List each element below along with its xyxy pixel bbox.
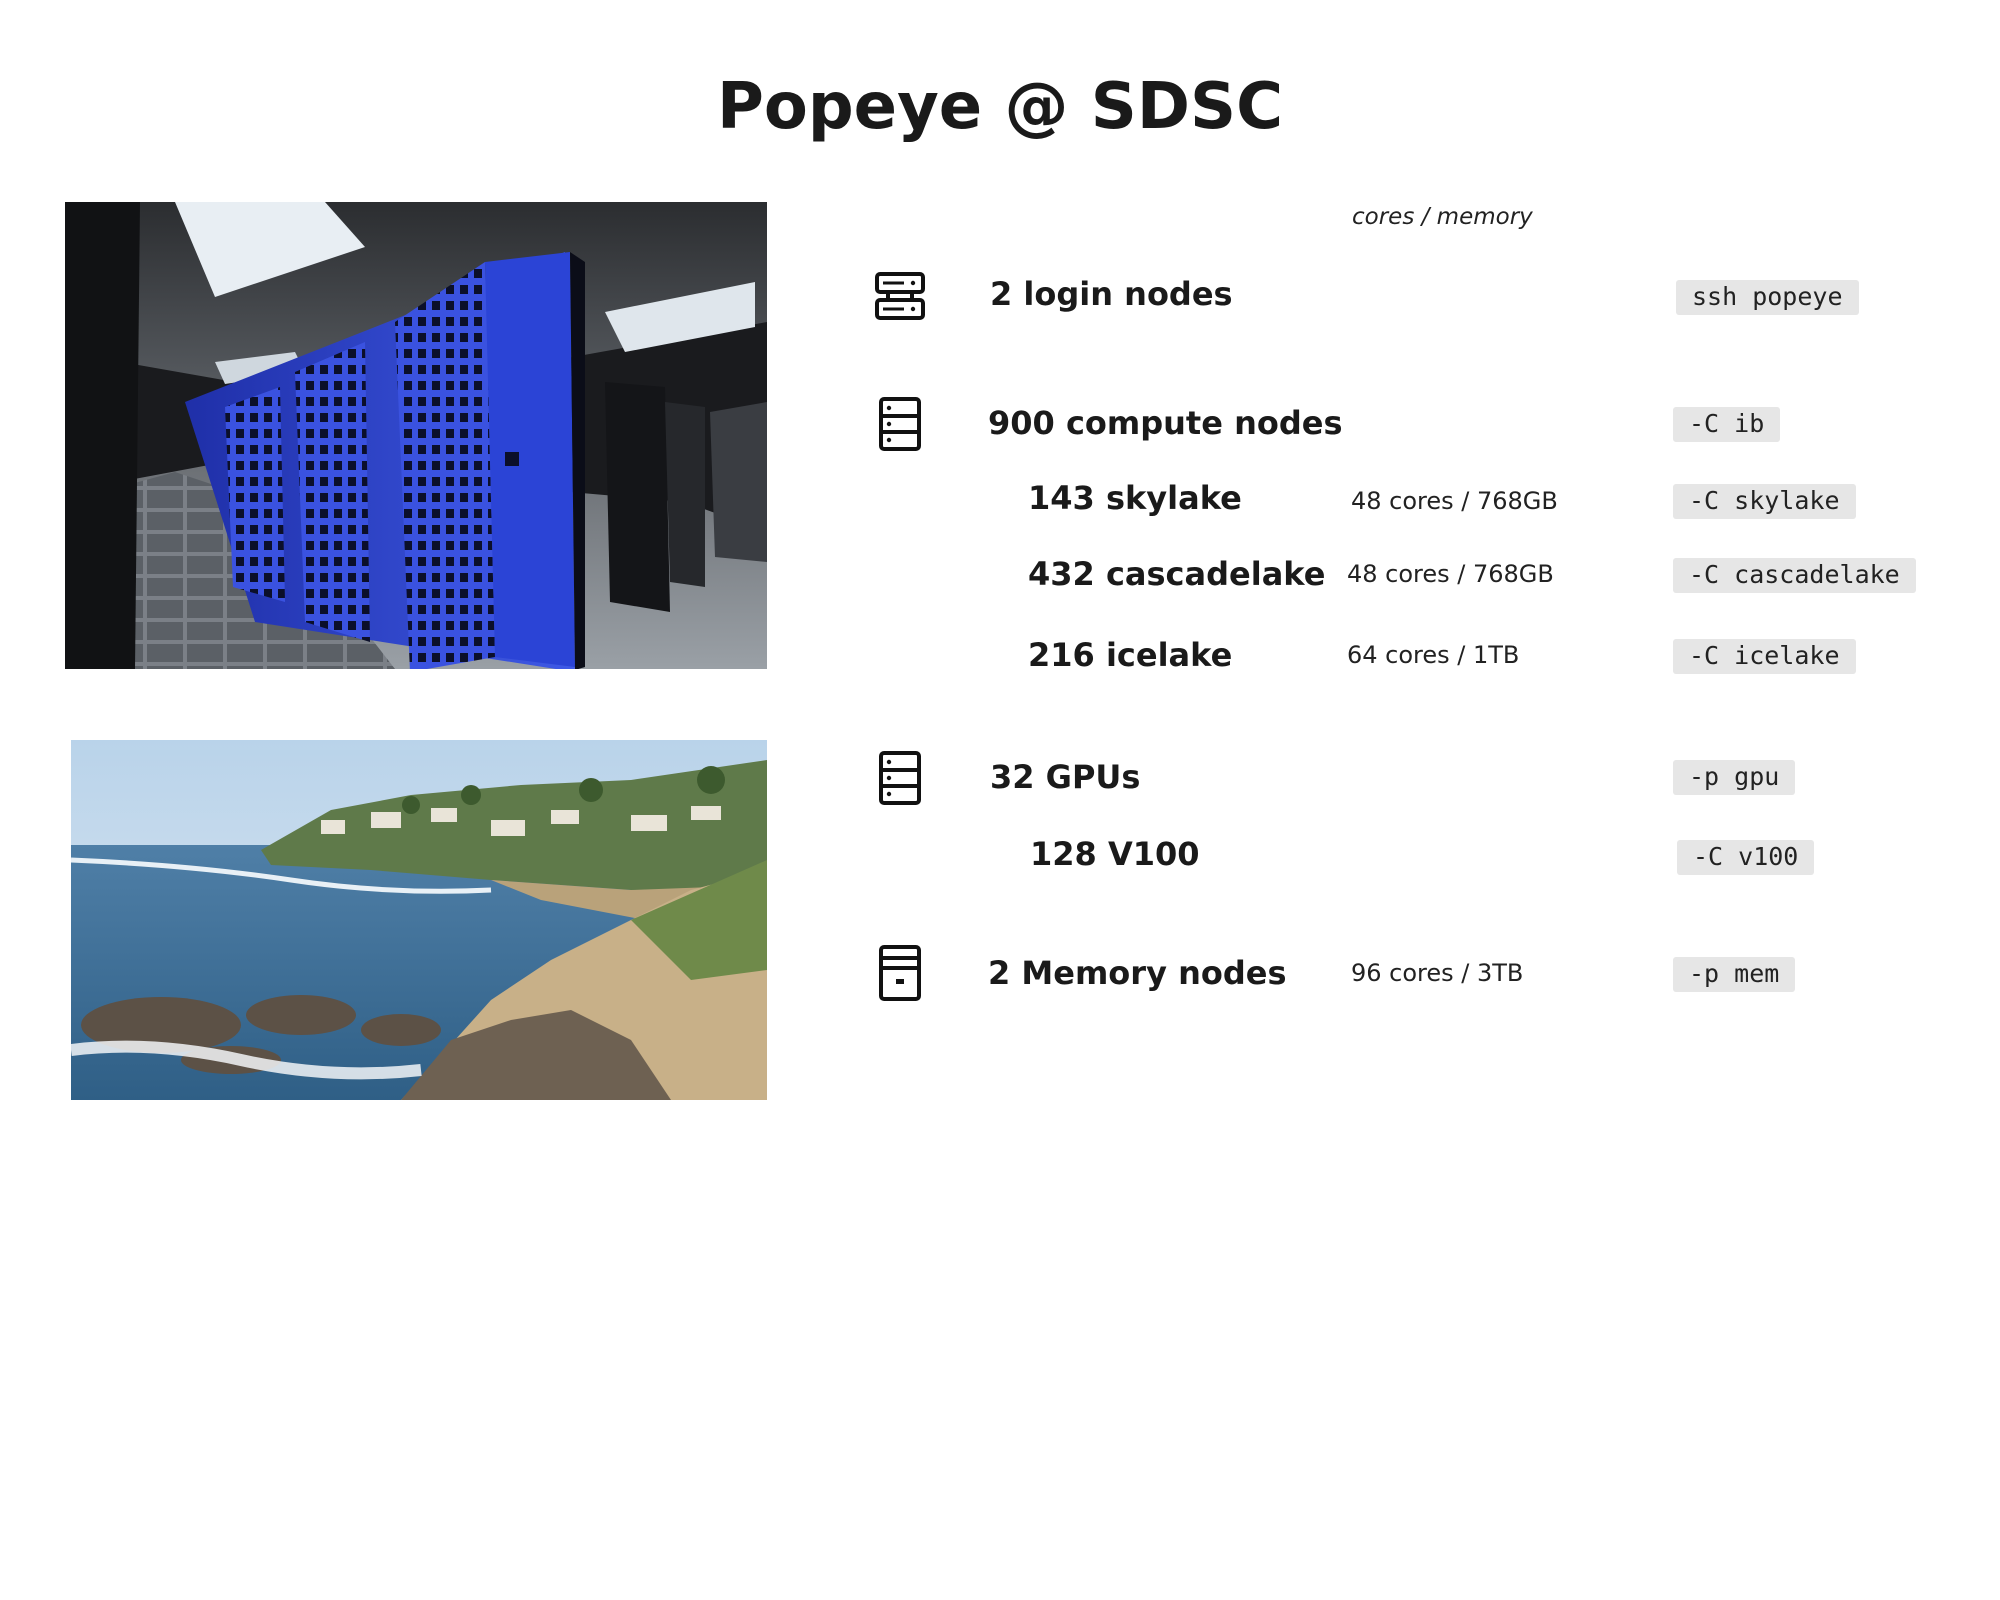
- command-gpu[interactable]: -p gpu: [1673, 760, 1796, 795]
- column-header-cores-memory: cores / memory: [1352, 204, 1533, 230]
- command-mem[interactable]: -p mem: [1673, 957, 1796, 992]
- spec-icelake: 64 cores / 1TB: [1347, 641, 1520, 669]
- spec-cascadelake: 48 cores / 768GB: [1347, 560, 1554, 588]
- command-cascadelake[interactable]: -C cascadelake: [1673, 558, 1916, 593]
- command-skylake[interactable]: -C skylake: [1673, 484, 1856, 519]
- command-ssh-popeye[interactable]: ssh popeye: [1676, 280, 1859, 315]
- datacenter-photo: [65, 202, 767, 669]
- row-label-skylake: 143 skylake: [1028, 479, 1242, 517]
- compute-server-icon: [878, 396, 922, 452]
- spec-skylake: 48 cores / 768GB: [1351, 487, 1558, 515]
- page-title: Popeye @ SDSC: [716, 70, 1284, 144]
- command-icelake[interactable]: -C icelake: [1673, 639, 1856, 674]
- coastline-photo: [71, 740, 767, 1100]
- row-label-v100: 128 V100: [1030, 835, 1200, 873]
- memory-server-icon: [878, 944, 922, 1002]
- row-label-memory-nodes: 2 Memory nodes: [988, 954, 1287, 992]
- login-server-icon: [874, 270, 926, 322]
- row-label-icelake: 216 icelake: [1028, 636, 1233, 674]
- command-ib[interactable]: -C ib: [1673, 407, 1781, 442]
- row-label-compute-nodes: 900 compute nodes: [988, 404, 1343, 442]
- spec-memory-nodes: 96 cores / 3TB: [1351, 959, 1524, 987]
- command-v100[interactable]: -C v100: [1677, 840, 1815, 875]
- row-label-gpus: 32 GPUs: [990, 758, 1141, 796]
- row-label-cascadelake: 432 cascadelake: [1028, 555, 1326, 593]
- gpu-server-icon: [878, 750, 922, 806]
- row-label-login-nodes: 2 login nodes: [990, 275, 1233, 313]
